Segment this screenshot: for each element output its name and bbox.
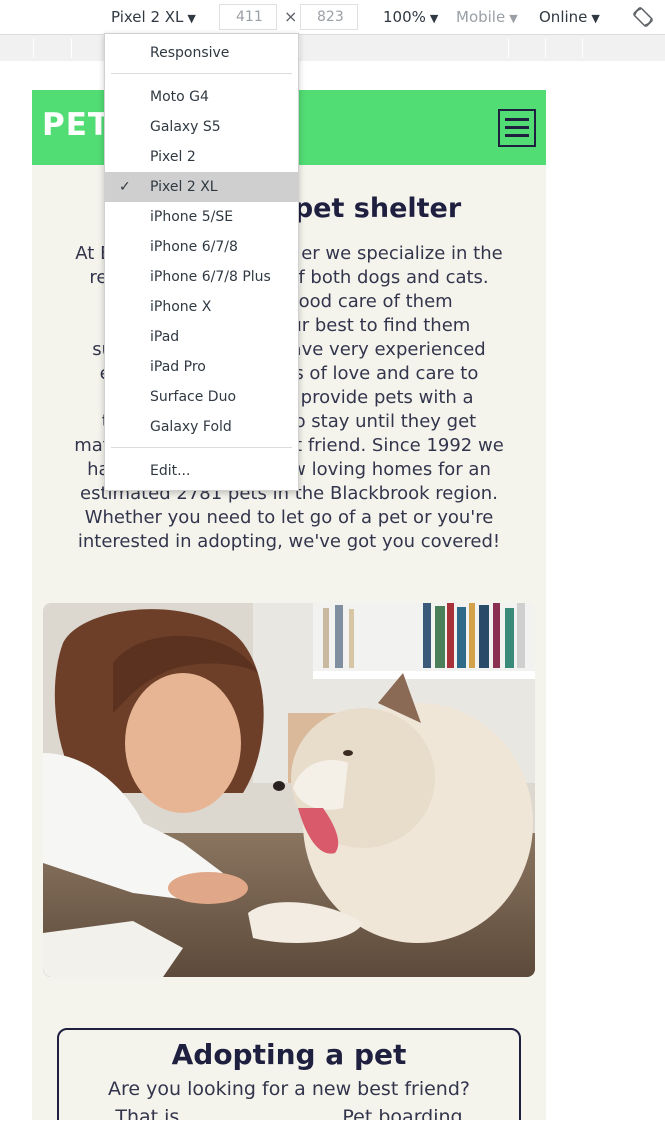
- menu-bar: [505, 134, 529, 137]
- network-select-label: Online: [539, 8, 588, 26]
- menu-item-device[interactable]: iPhone 6/7/8: [105, 232, 298, 262]
- intro-line: Whether you need to let go of a pet or y…: [84, 507, 494, 528]
- device-toolbar: Pixel 2 XL ▼ 411 × 823 100% ▼ Mobile ▼ Onli…: [0, 0, 665, 34]
- device-dropdown-menu: Responsive Moto G4 Galaxy S5 Pixel 2 ✓ P…: [104, 33, 299, 491]
- ruler-divider: [508, 39, 509, 58]
- zoom-select[interactable]: 100% ▼: [383, 0, 438, 34]
- media-query-ruler[interactable]: [0, 34, 665, 61]
- intro-line: interested in adopting, we've got you co…: [77, 531, 501, 552]
- width-input[interactable]: 411: [219, 4, 277, 30]
- card-text: Are you looking for a new best friend? T…: [59, 1071, 519, 1120]
- height-input[interactable]: 823: [300, 4, 358, 30]
- card-line: Are you looking for a new best friend?: [108, 1078, 470, 1100]
- card-title: Adopting a pet: [171, 1038, 407, 1071]
- title-visible-text: pet shelter: [293, 193, 462, 224]
- menu-item-device[interactable]: iPhone 5/SE: [105, 202, 298, 232]
- ruler-divider: [299, 39, 300, 58]
- ruler-divider: [33, 39, 34, 58]
- menu-item-device[interactable]: Surface Duo: [105, 382, 298, 412]
- network-select[interactable]: Online ▼: [539, 0, 600, 34]
- menu-item-label: Pixel 2 XL: [150, 179, 218, 195]
- menu-separator: [111, 73, 292, 74]
- mode-select-label: Mobile: [456, 8, 506, 26]
- site-logo[interactable]: PET: [42, 107, 110, 143]
- dimension-separator: ×: [284, 7, 298, 26]
- rotate-icon[interactable]: [633, 7, 653, 27]
- device-select[interactable]: Pixel 2 XL ▼: [111, 0, 196, 34]
- chevron-down-icon: ▼: [591, 12, 600, 25]
- chevron-down-icon: ▼: [187, 12, 196, 25]
- woman-with-dog-photo: [43, 603, 535, 977]
- menu-item-device[interactable]: iPad Pro: [105, 352, 298, 382]
- menu-item-responsive[interactable]: Responsive: [105, 38, 298, 68]
- card-line: That is Pet boarding: [115, 1106, 463, 1120]
- menu-separator: [111, 447, 292, 448]
- menu-item-device[interactable]: Galaxy S5: [105, 112, 298, 142]
- menu-item-device[interactable]: iPhone X: [105, 292, 298, 322]
- chevron-down-icon: ▼: [509, 12, 518, 25]
- menu-item-device[interactable]: Moto G4: [105, 82, 298, 112]
- ruler-divider: [71, 39, 72, 58]
- menu-item-device-selected[interactable]: ✓ Pixel 2 XL: [105, 172, 298, 202]
- menu-item-device[interactable]: iPad: [105, 322, 298, 352]
- chevron-down-icon: ▼: [429, 12, 439, 25]
- ruler-divider: [545, 39, 546, 58]
- adopting-card: Adopting a pet Are you looking for a new…: [57, 1028, 521, 1120]
- menu-item-device[interactable]: iPhone 6/7/8 Plus: [105, 262, 298, 292]
- device-select-label: Pixel 2 XL: [111, 8, 184, 26]
- mode-select[interactable]: Mobile ▼: [456, 0, 518, 34]
- ruler-divider: [582, 39, 583, 58]
- checkmark-icon: ✓: [119, 179, 131, 195]
- menu-bar: [505, 126, 529, 129]
- menu-icon[interactable]: [498, 109, 536, 147]
- menu-item-device[interactable]: Galaxy Fold: [105, 412, 298, 442]
- menu-item-edit[interactable]: Edit...: [105, 456, 298, 486]
- menu-bar: [505, 118, 529, 121]
- zoom-select-label: 100%: [383, 8, 426, 26]
- menu-item-device[interactable]: Pixel 2: [105, 142, 298, 172]
